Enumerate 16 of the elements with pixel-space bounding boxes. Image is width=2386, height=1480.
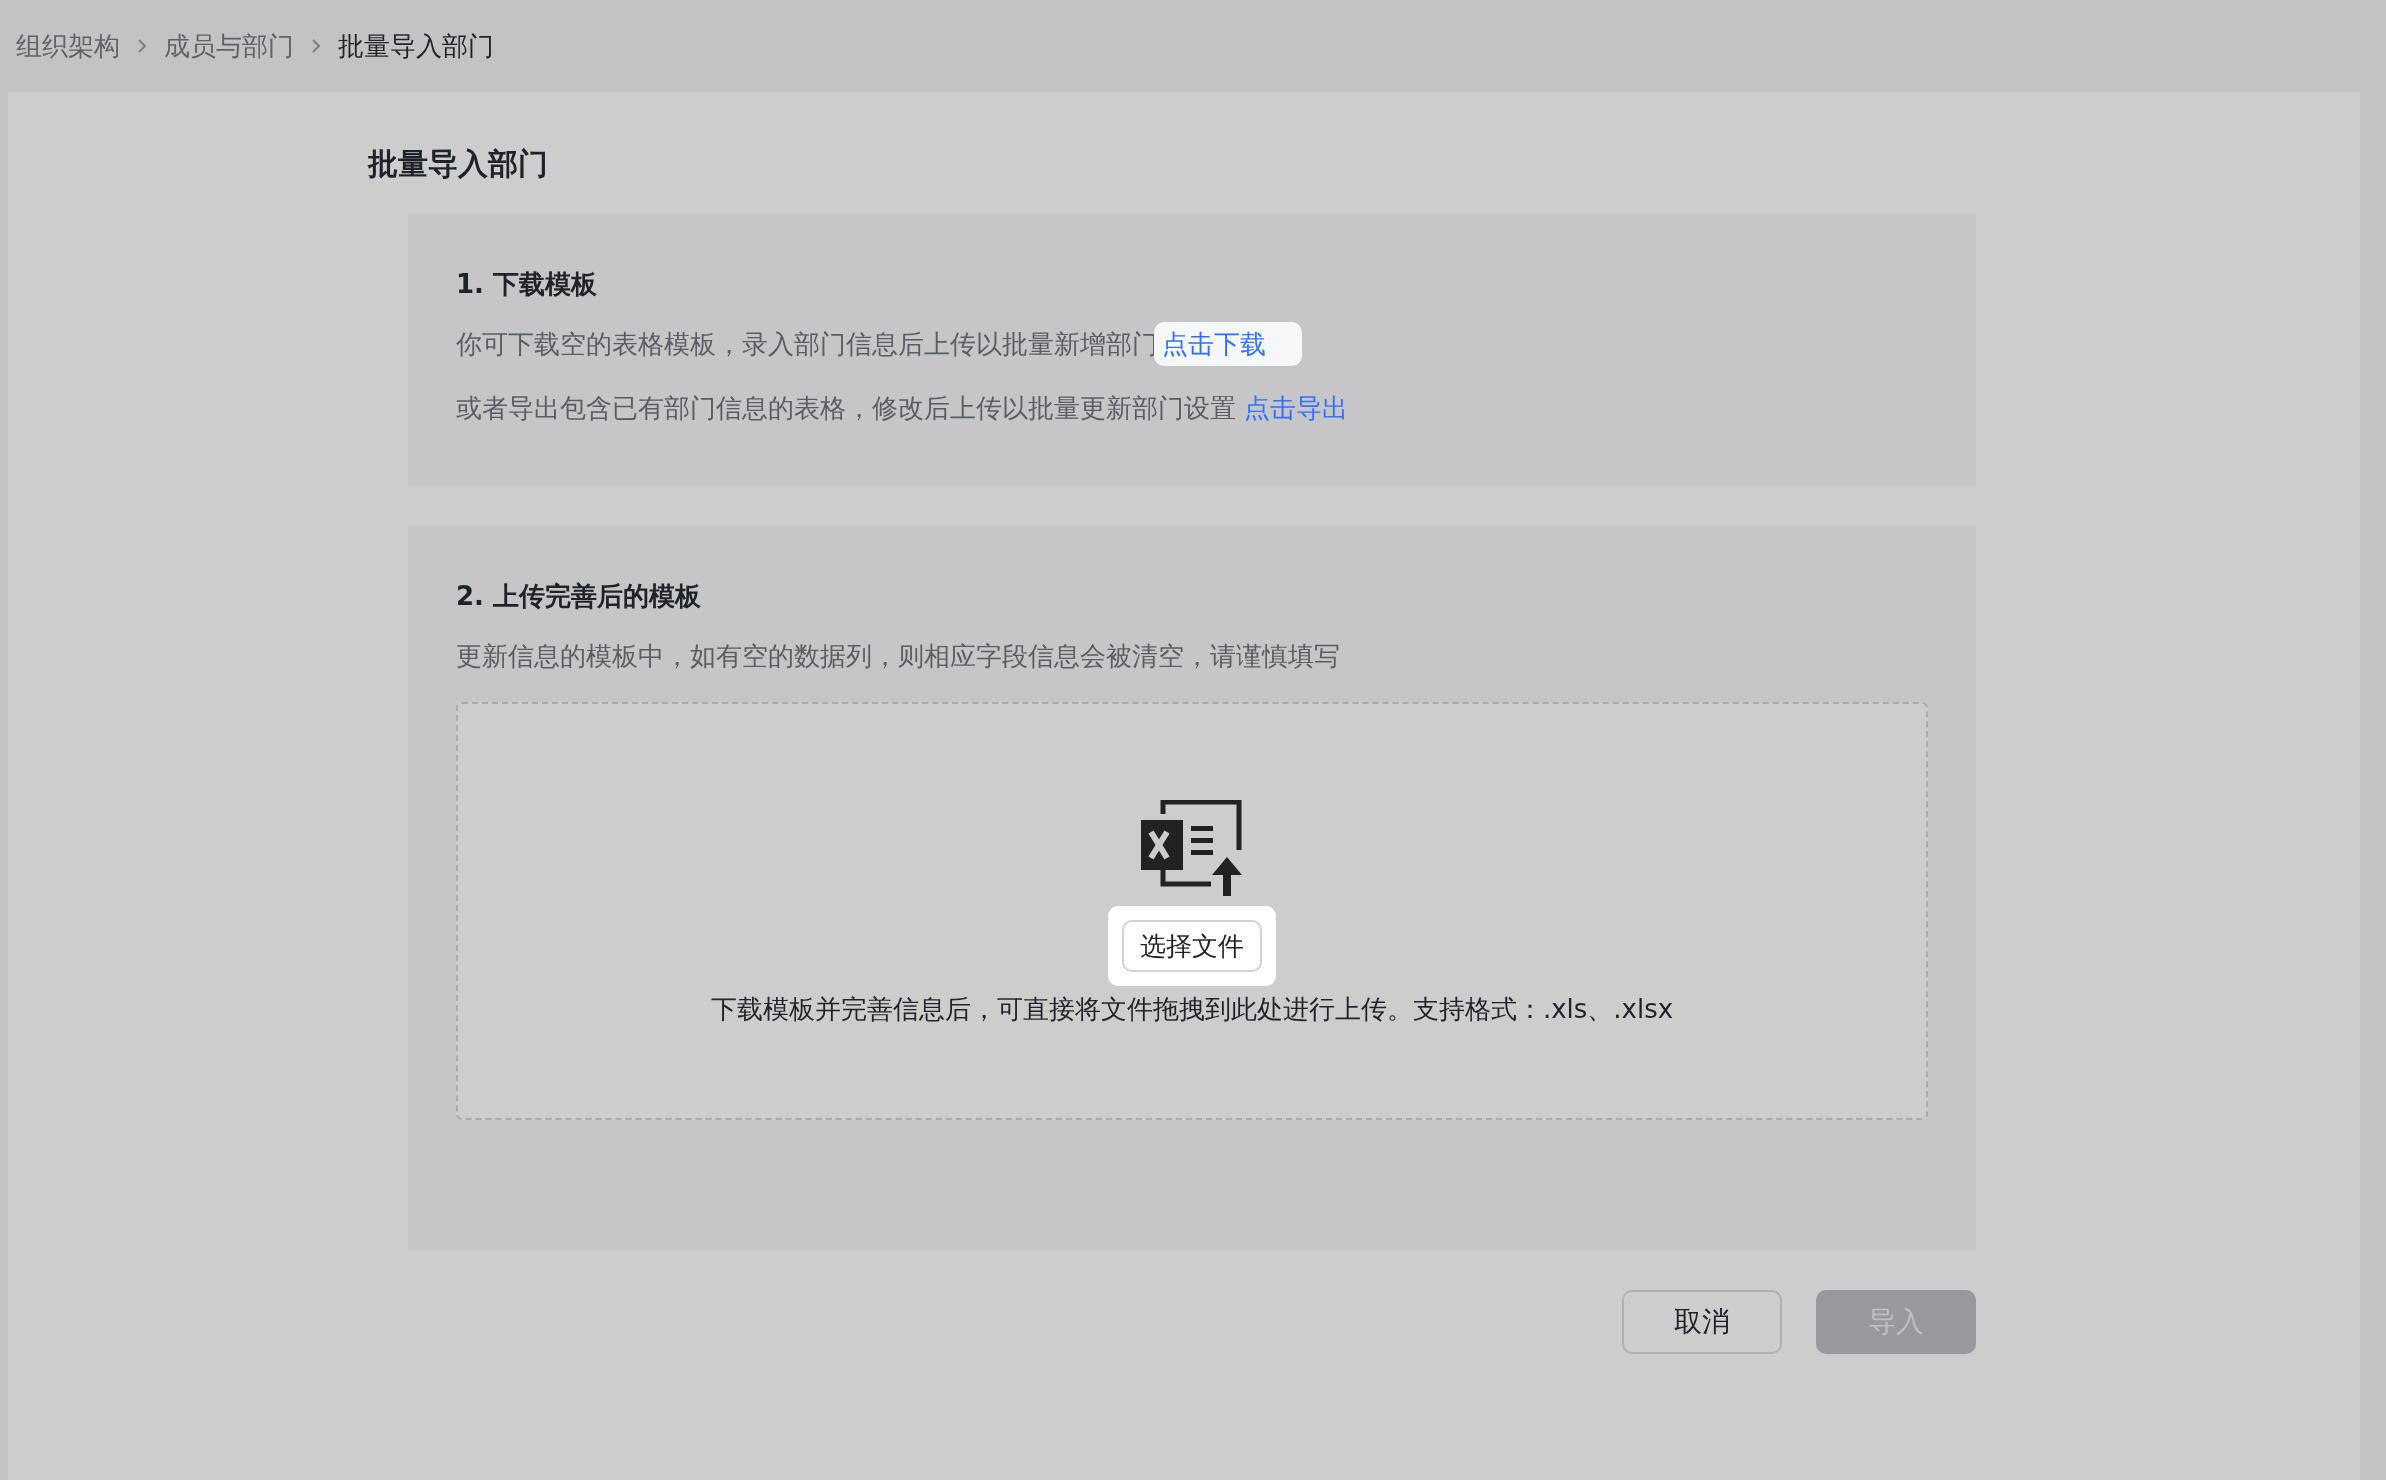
breadcrumb-link[interactable]: 成员与部门 bbox=[164, 26, 294, 66]
choose-file-button[interactable]: 选择文件 bbox=[1122, 920, 1262, 972]
chevron-right-icon bbox=[136, 37, 148, 55]
section-title: 1. 下载模板 bbox=[456, 268, 599, 301]
upload-hint: 下载模板并完善信息后，可直接将文件拖拽到此处进行上传。支持格式：.xls、.xlsx bbox=[710, 993, 1674, 1026]
page-title: 批量导入部门 bbox=[368, 145, 549, 183]
drop-zone[interactable]: 选择文件 下载模板并完善信息后，可直接将文件拖拽到此处进行上传。支持格式：.xls、.xlsx bbox=[456, 702, 1928, 1120]
spreadsheet-upload-icon bbox=[1141, 800, 1243, 896]
warning-text: 更新信息的模板中，如有空的数据列，则相应字段信息会被清空，请谨慎填写 bbox=[456, 640, 1341, 673]
breadcrumb-link[interactable]: 组织架构 bbox=[16, 26, 120, 66]
link[interactable]: 点击导出 bbox=[1244, 386, 1348, 430]
cancel-button[interactable]: 取消 bbox=[1622, 1290, 1782, 1354]
link[interactable]: 点击下载 bbox=[1154, 322, 1302, 366]
chevron-right-icon bbox=[310, 37, 322, 55]
section-title: 2. 上传完善后的模板 bbox=[456, 580, 703, 613]
instruction-text: 或者导出包含已有部门信息的表格，修改后上传以批量更新部门设置 bbox=[456, 392, 1236, 425]
